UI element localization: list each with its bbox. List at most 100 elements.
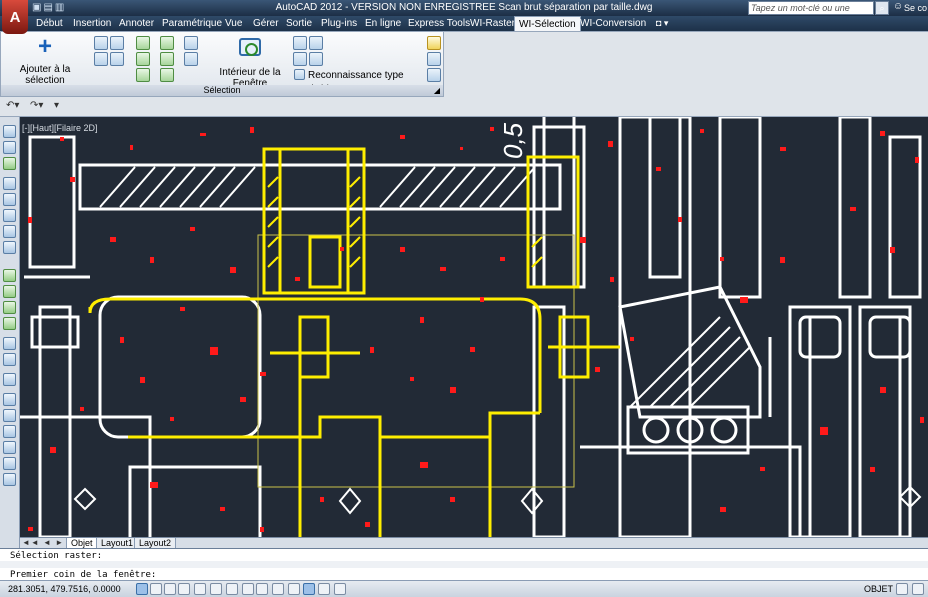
tool-icon[interactable]	[3, 269, 16, 282]
tool-icon[interactable]	[3, 425, 16, 438]
tool-icon[interactable]	[3, 337, 16, 350]
tool-icon[interactable]	[3, 317, 16, 330]
highlight-icon[interactable]	[427, 36, 441, 50]
tool-icon[interactable]	[3, 441, 16, 454]
select-arc-icon[interactable]	[136, 52, 150, 66]
tool-icon[interactable]	[3, 473, 16, 486]
tab-sortie[interactable]: Sortie	[282, 16, 316, 31]
select-lasso-icon[interactable]	[184, 52, 198, 66]
search-input[interactable]: Tapez un mot-clé ou une expression	[748, 1, 874, 26]
annotation-scale-icon[interactable]	[896, 583, 908, 595]
transparency-icon[interactable]	[303, 583, 315, 595]
infer-constraints-icon[interactable]	[136, 583, 148, 595]
tool-icon[interactable]	[3, 209, 16, 222]
tool-icon[interactable]	[3, 157, 16, 170]
tab-insertion[interactable]: Insertion	[69, 16, 115, 31]
select-polyline-icon[interactable]	[160, 52, 174, 66]
tab-wi-selection[interactable]: WI-Sélection	[514, 16, 581, 31]
tab-express-tools[interactable]: Express Tools	[404, 16, 474, 31]
object-recognition-dropdown[interactable]: Reconnaissance type d'objet ▾	[293, 68, 425, 95]
window-selection-icon	[239, 38, 261, 56]
quick-properties-icon[interactable]	[318, 583, 330, 595]
search-icon[interactable]: ⌕	[875, 1, 889, 15]
add-to-selection-button[interactable]: + Ajouter à la sélection ▾	[7, 33, 83, 95]
tab-plug-ins[interactable]: Plug-ins	[317, 16, 361, 31]
tool-icon[interactable]	[3, 373, 16, 386]
command-separator	[0, 561, 928, 568]
window-fence-icon[interactable]	[293, 52, 307, 66]
select-raster-icon[interactable]	[94, 36, 108, 50]
interior-window-button[interactable]: Intérieur de la Fenêtre	[207, 35, 293, 89]
tool-icon[interactable]	[3, 177, 16, 190]
workspace-icon[interactable]	[912, 583, 924, 595]
select-line-icon[interactable]	[160, 36, 174, 50]
undo-icon[interactable]: ↶▾	[6, 100, 19, 111]
tool-icon[interactable]	[3, 301, 16, 314]
dynamic-input-icon[interactable]	[272, 583, 284, 595]
tool-icon[interactable]	[3, 193, 16, 206]
selection-cycling-icon[interactable]	[334, 583, 346, 595]
tool-icon[interactable]	[3, 393, 16, 406]
user-icon[interactable]: ☺	[893, 1, 903, 14]
tool-icon[interactable]	[3, 225, 16, 238]
ribbon-minimize-icon[interactable]: ◘ ▾	[652, 16, 672, 31]
tab-annoter[interactable]: Annoter	[115, 16, 158, 31]
tool-icon[interactable]	[3, 241, 16, 254]
tab-parametrique[interactable]: Paramétrique	[158, 16, 226, 31]
clear-selection-icon[interactable]	[427, 68, 441, 82]
tool-icon[interactable]	[3, 353, 16, 366]
application-menu-button[interactable]: A	[2, 0, 28, 34]
selected-geometry	[88, 147, 620, 537]
model-space-label[interactable]: OBJET	[864, 583, 893, 595]
select-fill-icon[interactable]	[136, 68, 150, 82]
tab-wi-conversion[interactable]: WI-Conversion	[576, 16, 650, 31]
command-prompt-line: Premier coin de la fenêtre:	[10, 570, 157, 580]
redo-icon[interactable]: ↷▾	[30, 100, 43, 111]
tool-icon[interactable]	[3, 285, 16, 298]
sign-in-label[interactable]: Se co	[904, 3, 927, 13]
tab-wi-raster[interactable]: WI-Raster	[466, 16, 519, 31]
3d-osnap-icon[interactable]	[226, 583, 238, 595]
dynamic-ucs-icon[interactable]	[256, 583, 268, 595]
object-snap-tracking-icon[interactable]	[242, 583, 254, 595]
title-bar: A ▣▤▥ AutoCAD 2012 - VERSION NON ENREGIS…	[0, 0, 928, 34]
tool-icon[interactable]	[3, 141, 16, 154]
tab-en-ligne[interactable]: En ligne	[361, 16, 405, 31]
object-snap-icon[interactable]	[210, 583, 222, 595]
tool-icon[interactable]	[3, 125, 16, 138]
tab-debut[interactable]: Début	[32, 16, 67, 31]
grid-display-icon[interactable]	[164, 583, 176, 595]
window-polygon-icon[interactable]	[309, 52, 323, 66]
select-circle-icon[interactable]	[136, 36, 150, 50]
polar-tracking-icon[interactable]	[194, 583, 206, 595]
ribbon-tab-bar: Début Insertion Annoter Paramétrique Vue…	[0, 16, 928, 31]
invert-selection-icon[interactable]	[427, 52, 441, 66]
select-region-icon[interactable]	[110, 36, 124, 50]
lineweight-icon[interactable]	[288, 583, 300, 595]
ribbon-panel-selection: + Ajouter à la sélection ▾ Intérieur de …	[0, 31, 444, 97]
tool-icon[interactable]	[3, 409, 16, 422]
ortho-mode-icon[interactable]	[178, 583, 190, 595]
window-select-icon[interactable]	[293, 36, 307, 50]
select-pick-icon[interactable]	[184, 36, 198, 50]
autocad-logo-icon: A	[9, 8, 21, 26]
recognition-icon	[294, 69, 305, 80]
select-box-icon[interactable]	[94, 52, 108, 66]
customize-icon[interactable]: ▾	[54, 100, 59, 111]
drawing-canvas[interactable]: [-][Haut][Filaire 2D] 0,5	[20, 117, 928, 537]
command-line[interactable]: Sélection raster: Premier coin de la fen…	[0, 548, 928, 580]
snap-mode-icon[interactable]	[150, 583, 162, 595]
tool-icon[interactable]	[3, 457, 16, 470]
tab-gerer[interactable]: Gérer	[249, 16, 283, 31]
select-cross-icon[interactable]	[110, 52, 124, 66]
layout-tab-bar: ◄◄ ◄ ► ►► Objet Layout1 Layout2	[20, 537, 928, 549]
dialog-launcher-icon[interactable]: ◢	[434, 85, 440, 96]
select-curve-icon[interactable]	[160, 68, 174, 82]
undo-redo-bar: ↶▾ ↷▾ ▾	[0, 97, 928, 117]
add-to-selection-label: Ajouter à la sélection	[19, 64, 71, 86]
window-cross-icon[interactable]	[309, 36, 323, 50]
coordinates-readout[interactable]: 281.3051, 479.7516, 0.0000	[8, 584, 121, 594]
viewport-controls-label[interactable]: [-][Haut][Filaire 2D]	[22, 123, 98, 133]
tab-vue[interactable]: Vue	[221, 16, 246, 31]
plus-cursor-icon: +	[37, 33, 52, 60]
